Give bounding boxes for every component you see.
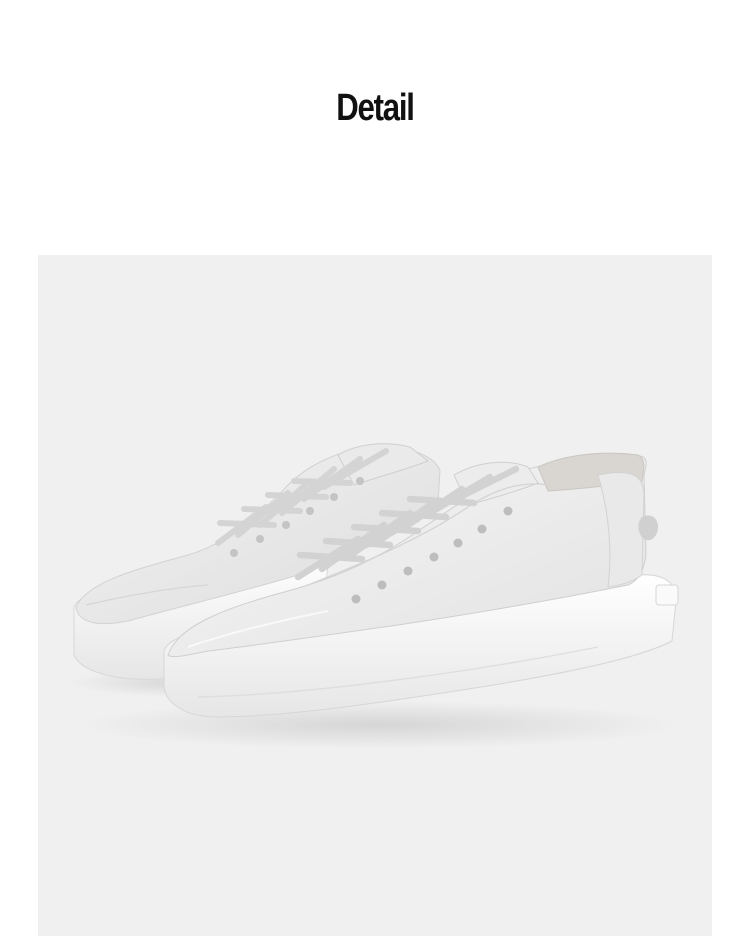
floor-shadow [78, 701, 678, 749]
sneakers-illustration [68, 443, 679, 749]
product-photo [38, 255, 712, 936]
page-title: Detail [336, 87, 415, 129]
